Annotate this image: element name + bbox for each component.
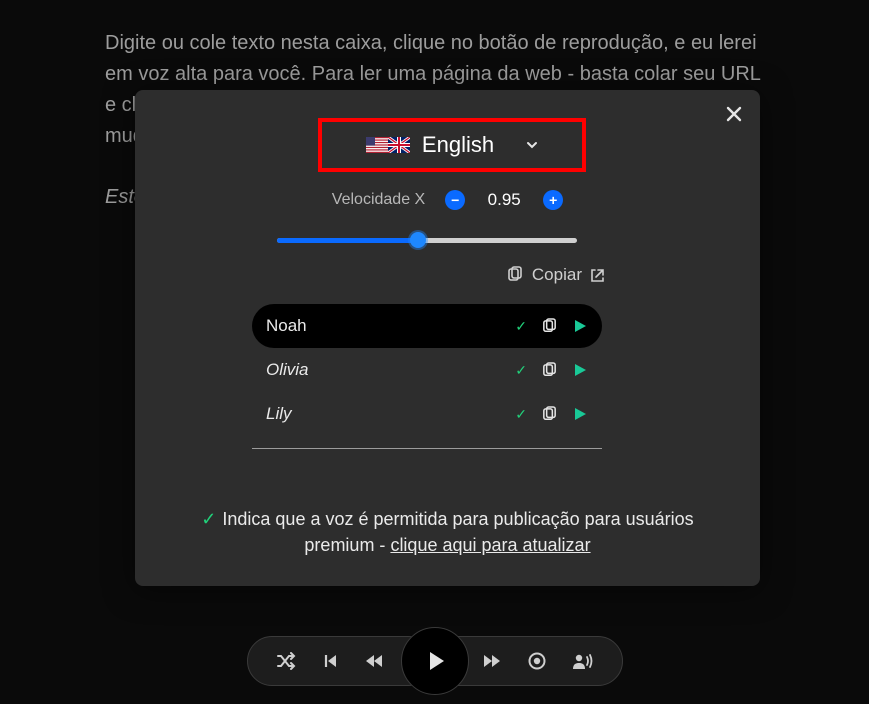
voice-name: Noah <box>266 316 501 336</box>
voice-icon[interactable] <box>572 652 594 670</box>
play-icon[interactable] <box>572 318 588 334</box>
check-icon: ✓ <box>515 406 527 423</box>
play-icon[interactable] <box>572 362 588 378</box>
flag-us-icon <box>366 137 388 153</box>
footer-line-2-prefix: premium - <box>304 535 390 555</box>
external-link-icon[interactable] <box>590 268 605 283</box>
play-button[interactable] <box>401 627 469 695</box>
rewind-icon[interactable] <box>364 653 384 669</box>
check-icon: ✓ <box>201 509 216 529</box>
voice-name: Olivia <box>266 360 501 380</box>
voice-row-olivia[interactable]: Olivia ✓ <box>252 348 602 392</box>
speed-label: Velocidade X <box>332 191 425 209</box>
copy-icon[interactable] <box>541 406 558 423</box>
copy-label[interactable]: Copiar <box>532 265 582 285</box>
speed-increase-button[interactable]: + <box>543 190 563 210</box>
speed-slider[interactable] <box>277 230 577 250</box>
voice-row-noah[interactable]: Noah ✓ <box>252 304 602 348</box>
copy-icon[interactable] <box>541 362 558 379</box>
chevron-down-icon <box>526 139 538 151</box>
flag-uk-icon <box>388 137 410 153</box>
forward-icon[interactable] <box>482 653 502 669</box>
copy-row: Copiar <box>506 265 605 285</box>
voice-row-lily[interactable]: Lily ✓ <box>252 392 602 436</box>
flag-icons <box>366 137 410 153</box>
close-icon[interactable] <box>724 104 744 124</box>
language-selector[interactable]: English <box>318 118 586 172</box>
previous-icon[interactable] <box>322 653 338 669</box>
settings-modal: English Velocidade X − 0.95 + Copiar Noa… <box>135 90 760 586</box>
voice-name: Lily <box>266 404 501 424</box>
language-label: English <box>422 132 494 158</box>
slider-thumb[interactable] <box>410 232 426 248</box>
copy-icon[interactable] <box>541 318 558 335</box>
voices-list: Noah ✓ Olivia ✓ Lily ✓ <box>252 304 602 449</box>
upgrade-link[interactable]: clique aqui para atualizar <box>390 535 590 555</box>
check-icon: ✓ <box>515 318 527 335</box>
check-icon: ✓ <box>515 362 527 379</box>
speed-decrease-button[interactable]: − <box>445 190 465 210</box>
footer-line-1: Indica que a voz é permitida para public… <box>222 509 693 529</box>
player-bar <box>247 636 623 686</box>
shuffle-icon[interactable] <box>276 652 296 670</box>
play-icon[interactable] <box>572 406 588 422</box>
slider-fill <box>277 238 418 243</box>
record-icon[interactable] <box>528 652 546 670</box>
footer-note: ✓ Indica que a voz é permitida para publi… <box>175 506 720 558</box>
speed-control: Velocidade X − 0.95 + <box>135 190 760 210</box>
speed-value: 0.95 <box>485 190 523 210</box>
copy-icon[interactable] <box>506 266 524 284</box>
